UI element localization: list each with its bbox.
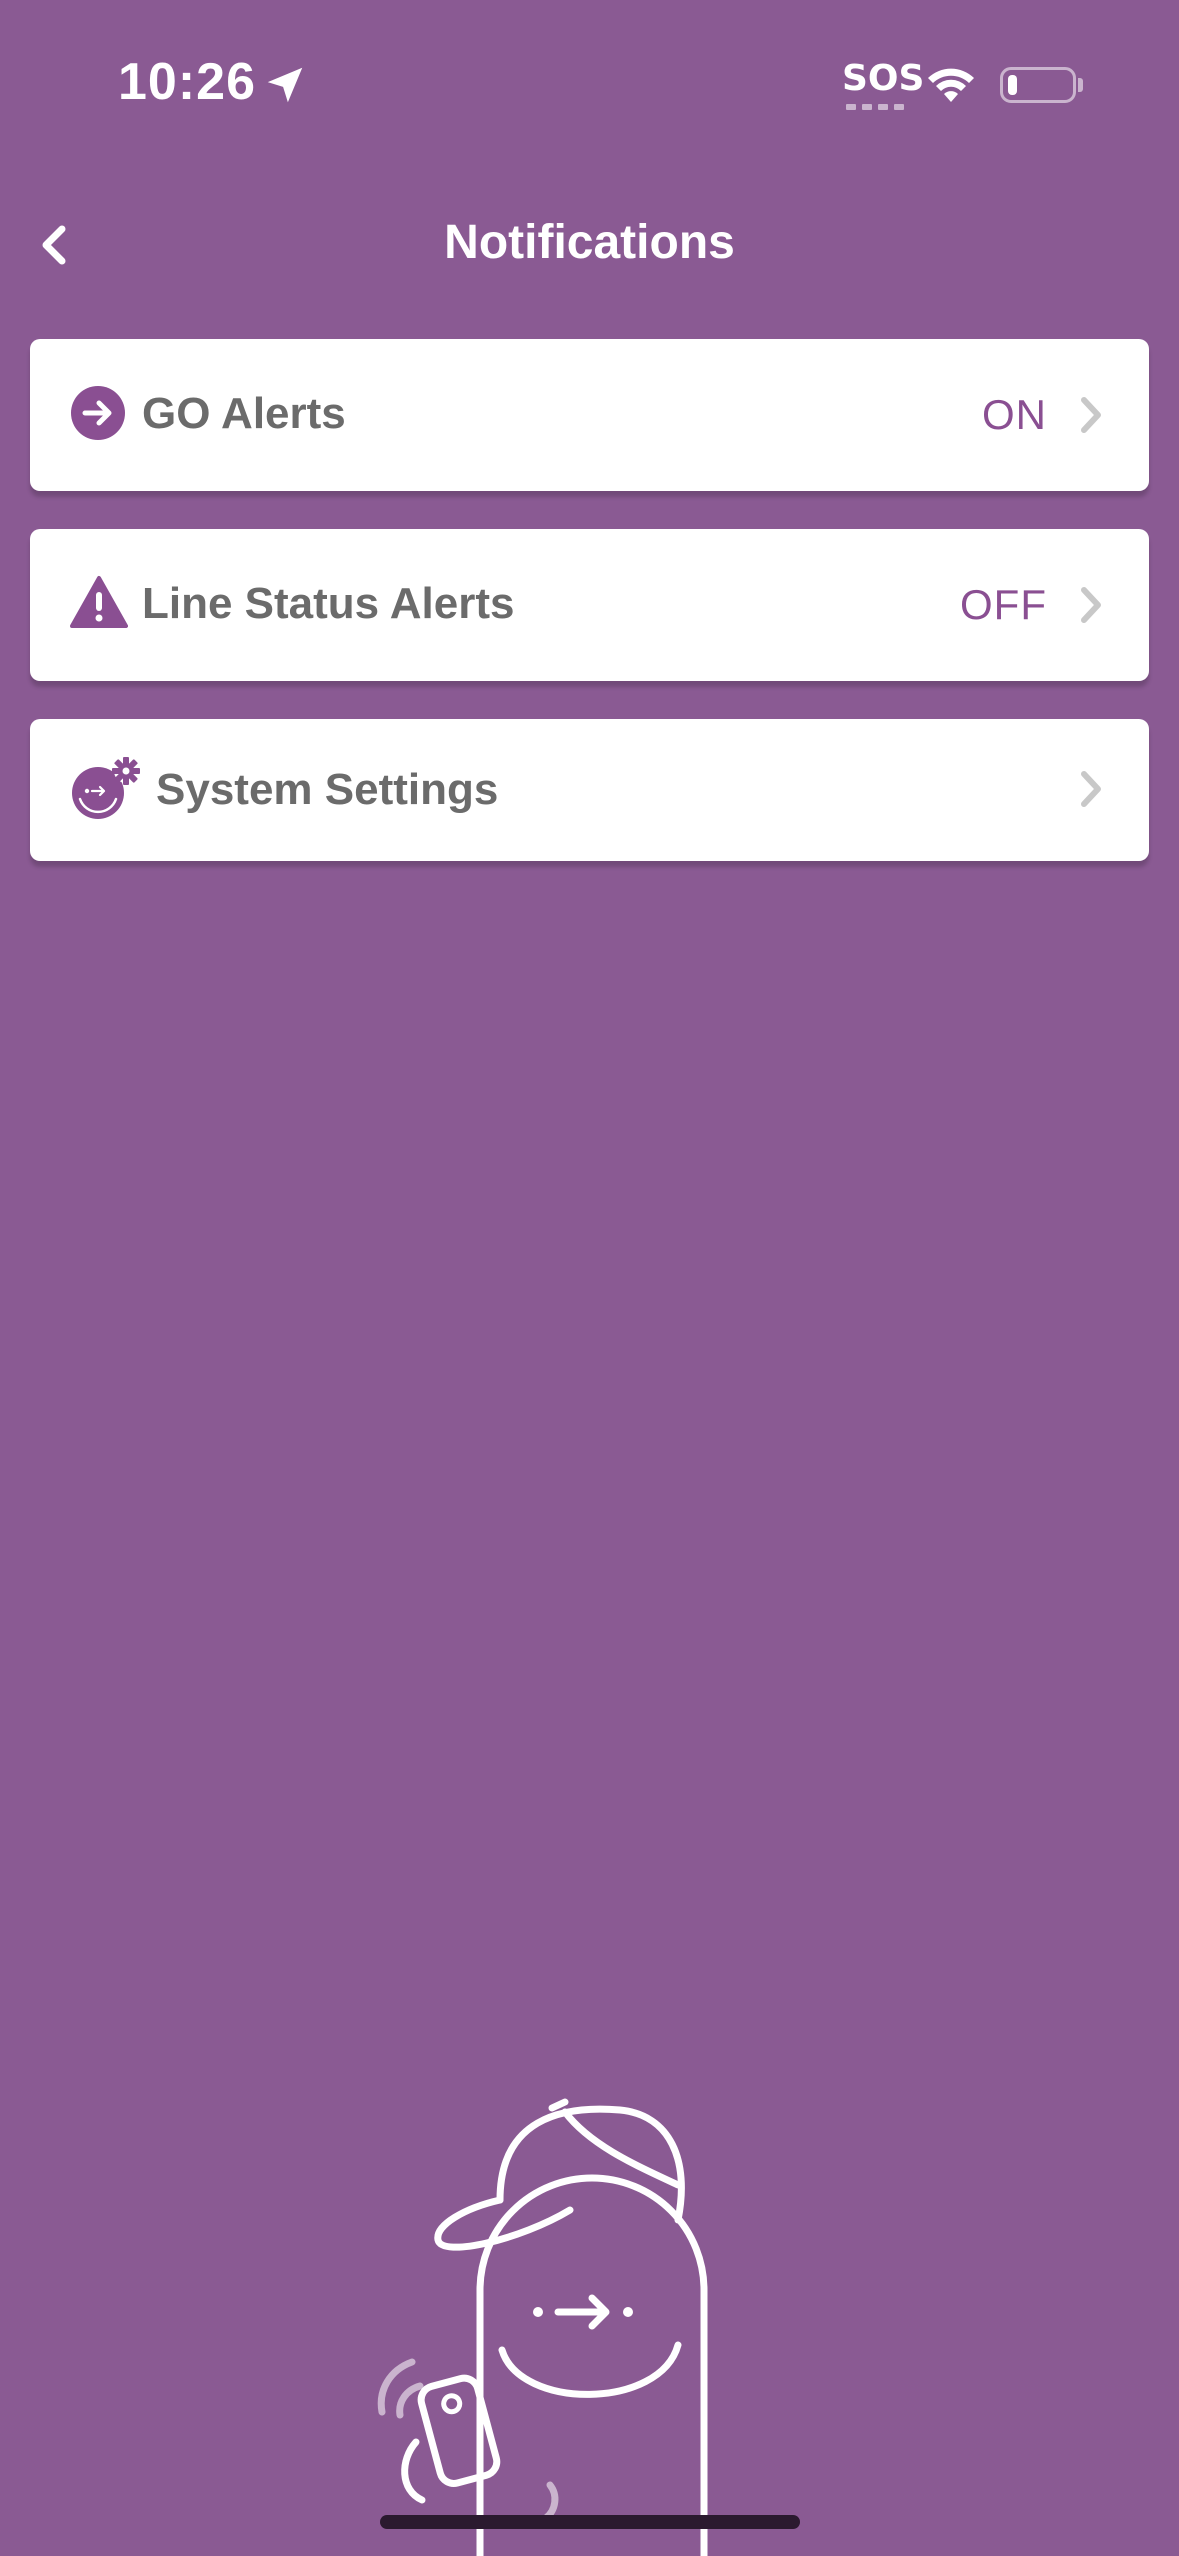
chevron-right-icon	[1073, 585, 1109, 625]
line-status-alerts-value: OFF	[960, 581, 1047, 628]
chevron-left-icon	[42, 225, 66, 265]
battery-cap	[1078, 78, 1083, 92]
mascot-with-phone-illustration	[377, 2098, 708, 2556]
wifi-icon	[928, 68, 974, 102]
system-settings-label: System Settings	[156, 765, 499, 814]
line-status-alerts-label: Line Status Alerts	[142, 579, 515, 628]
chevron-right-icon	[1073, 395, 1109, 435]
battery-level	[1008, 75, 1017, 95]
back-button[interactable]	[18, 210, 88, 280]
go-alerts-row[interactable]: GO Alerts ON	[30, 339, 1149, 491]
status-bar: 10:26 SOS	[0, 0, 1179, 170]
status-time: 10:26	[118, 53, 256, 111]
chevron-right-icon	[1073, 769, 1109, 809]
battery-icon	[1000, 67, 1076, 103]
sos-indicator: SOS	[842, 58, 925, 99]
go-alerts-value: ON	[982, 391, 1047, 438]
system-settings-row[interactable]: System Settings	[30, 719, 1149, 861]
page-title: Notifications	[444, 216, 735, 269]
signal-dots	[846, 104, 904, 110]
warning-triangle-icon	[70, 575, 128, 629]
face-gear-icon	[70, 755, 144, 821]
home-indicator[interactable]	[380, 2515, 800, 2529]
arrow-circle-icon	[70, 385, 126, 441]
go-alerts-label: GO Alerts	[142, 389, 346, 438]
line-status-alerts-row[interactable]: Line Status Alerts OFF	[30, 529, 1149, 681]
location-arrow-icon	[267, 67, 303, 103]
